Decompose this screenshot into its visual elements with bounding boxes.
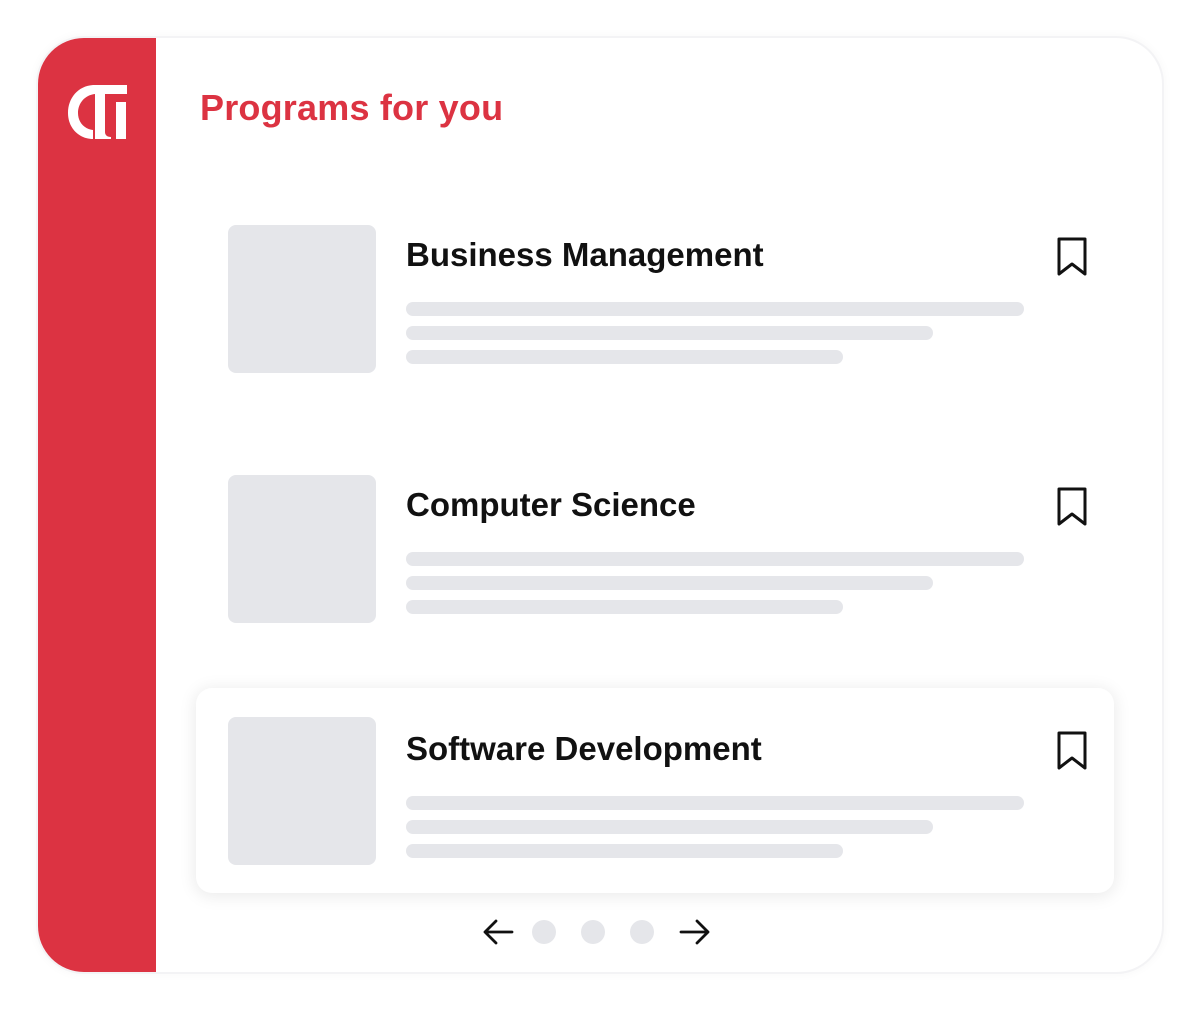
program-title: Software Development: [406, 730, 762, 767]
pagination: [481, 914, 771, 950]
description-placeholder-line: [406, 820, 933, 834]
bookmark-icon[interactable]: [1055, 730, 1089, 772]
app-window: Programs for you Business Management Com…: [38, 38, 1162, 972]
description-placeholder-line: [406, 600, 843, 614]
description-placeholder-line: [406, 844, 843, 858]
description-placeholder-line: [406, 350, 843, 364]
program-card-0[interactable]: Business Management: [196, 196, 1114, 402]
program-thumbnail: [228, 475, 376, 623]
program-card-2[interactable]: Software Development: [196, 688, 1114, 893]
page-title: Programs for you: [200, 87, 504, 128]
program-card-1[interactable]: Computer Science: [196, 446, 1114, 652]
brand-g-logo-icon[interactable]: [64, 82, 132, 142]
description-placeholder-line: [406, 326, 933, 340]
pagination-dot-3[interactable]: [630, 920, 654, 944]
arrow-right-icon[interactable]: [678, 917, 712, 947]
main-content: Programs for you Business Management Com…: [156, 38, 1162, 972]
description-placeholder-line: [406, 302, 1024, 316]
program-thumbnail: [228, 717, 376, 865]
pagination-dot-2[interactable]: [581, 920, 605, 944]
description-placeholder-line: [406, 576, 933, 590]
program-thumbnail: [228, 225, 376, 373]
arrow-left-icon[interactable]: [481, 917, 515, 947]
bookmark-icon[interactable]: [1055, 486, 1089, 528]
bookmark-icon[interactable]: [1055, 236, 1089, 278]
description-placeholder-line: [406, 796, 1024, 810]
program-title: Business Management: [406, 236, 764, 273]
description-placeholder-line: [406, 552, 1024, 566]
program-title: Computer Science: [406, 486, 696, 523]
sidebar: [38, 38, 156, 972]
pagination-dot-1[interactable]: [532, 920, 556, 944]
